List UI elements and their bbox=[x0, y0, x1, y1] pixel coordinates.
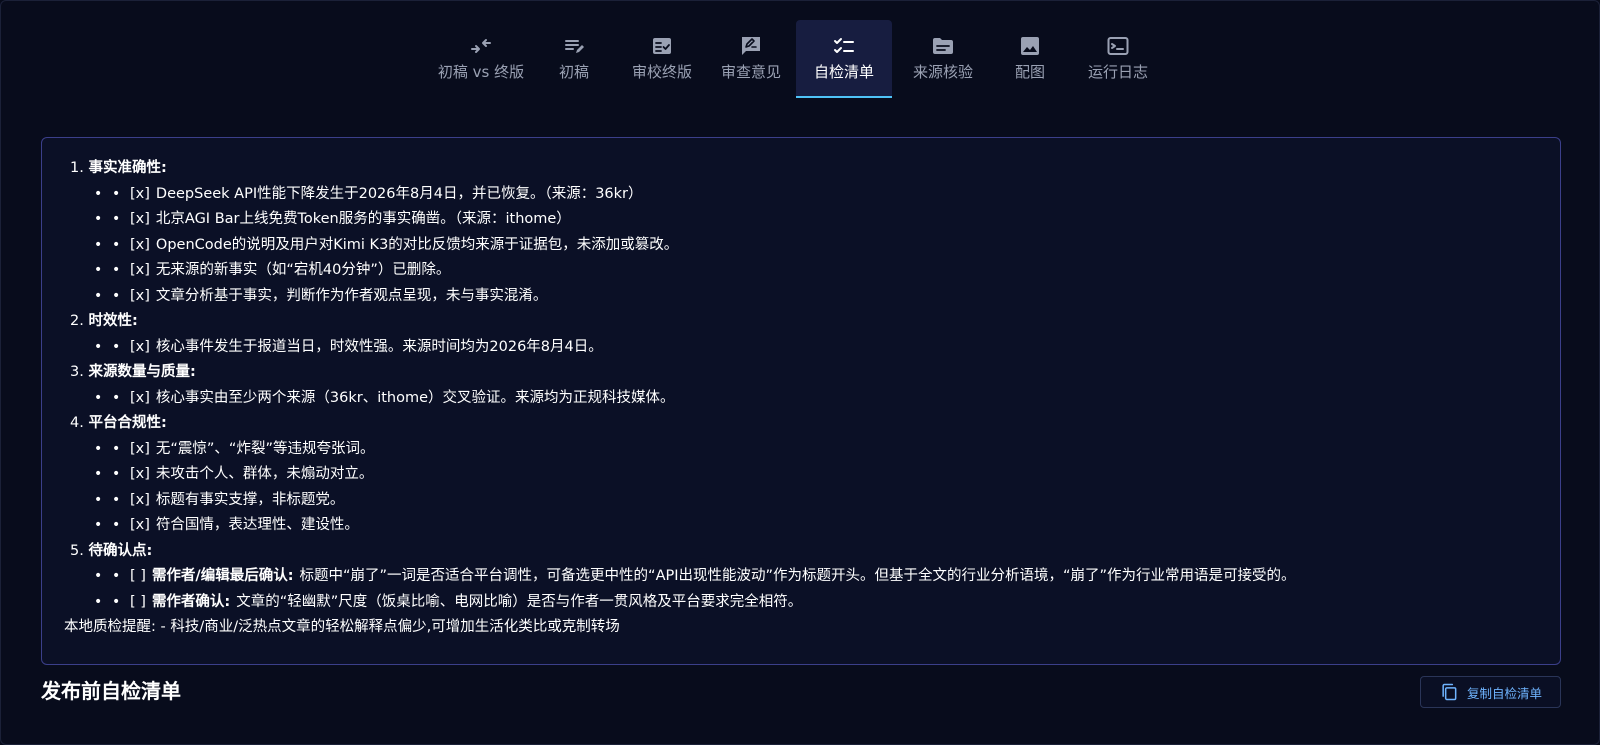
section-number: 1. bbox=[70, 160, 84, 176]
checklist-section-timeliness: 2. 时效性: • • [x] 核心事件发生于报道当日，时效性强。来源时间均为2026… bbox=[64, 309, 1560, 360]
tab-bar: 初稿 vs 终版 初稿 审校终版 审查意见 自检清单 来源核验 配图 运行日志 bbox=[1, 20, 1600, 98]
copy-checklist-button[interactable]: 复制自检清单 bbox=[1420, 676, 1561, 708]
tab-label: 审校终版 bbox=[631, 63, 692, 81]
tab-run-log[interactable]: 运行日志 bbox=[1066, 20, 1170, 98]
list-item: • • [x] 无“震惊”、“炸裂”等违规夸张词。 bbox=[64, 437, 1560, 463]
section-title: 1. 事实准确性: bbox=[64, 156, 1560, 182]
section-heading: 来源数量与质量: bbox=[88, 364, 196, 380]
tab-label: 运行日志 bbox=[1087, 63, 1148, 81]
copy-icon bbox=[1442, 683, 1457, 701]
list-item: • • [x] OpenCode的说明及用户对Kimi K3的对比反馈均来源于证据包，… bbox=[64, 233, 1560, 259]
list-item: • • [x] 符合国情，表达理性、建设性。 bbox=[64, 513, 1560, 539]
checkbox-mark: [ ] bbox=[130, 568, 146, 584]
list-item: • • [x] 无来源的新事实（如“宕机40分钟”）已删除。 bbox=[64, 258, 1560, 284]
checklist-section-sources: 3. 来源数量与质量: • • [x] 核心事实由至少两个来源（36kr、ithome… bbox=[64, 360, 1560, 411]
checklist-items: • •[ ] 需作者/编辑最后确认: 标题中“崩了”一词是否适合平台调性，可备选更中性… bbox=[64, 564, 1560, 615]
list-item: • • [x] 标题有事实支撑，非标题党。 bbox=[64, 488, 1560, 514]
list-item: • • [x] 未攻击个人、群体，未煽动对立。 bbox=[64, 462, 1560, 488]
section-heading: 待确认点: bbox=[88, 542, 153, 559]
tab-draft-vs-final[interactable]: 初稿 vs 终版 bbox=[432, 20, 530, 98]
list-item: • •[ ] 需作者确认: 文章的“轻幽默”尺度（饭桌比喻、电网比喻）是否与作者一贯风… bbox=[64, 590, 1560, 616]
list-item: • •[ ] 需作者/编辑最后确认: 标题中“崩了”一词是否适合平台调性，可备选更中性… bbox=[64, 564, 1560, 590]
checkbox-mark: [x] bbox=[130, 185, 150, 202]
checklist-items: • • [x] 核心事件发生于报道当日，时效性强。来源时间均为2026年8月4日。 bbox=[64, 335, 1560, 361]
list-item: • • [x] 核心事实由至少两个来源（36kr、ithome）交叉验证。来源均为正规… bbox=[64, 386, 1560, 412]
item-text: 标题中“崩了”一词是否适合平台调性，可备选更中性的“API出现性能波动”作为标题… bbox=[299, 568, 1296, 584]
checklist-section-accuracy: 1. 事实准确性: • • [x] DeepSeek API性能下降发生于2026年8… bbox=[64, 156, 1560, 309]
item-text: 北京AGI Bar上线免费Token服务的事实确凿。（来源：ithome） bbox=[155, 211, 571, 227]
image-icon bbox=[1021, 37, 1039, 55]
section-heading: 时效性: bbox=[88, 313, 138, 329]
checkbox-mark: [x] bbox=[130, 262, 150, 278]
source-doc-icon bbox=[933, 38, 953, 54]
tab-review-comments[interactable]: 审查意见 bbox=[706, 20, 796, 98]
section-number: 5. bbox=[70, 542, 84, 559]
tab-label: 来源核验 bbox=[912, 63, 973, 81]
tab-label: 自检清单 bbox=[813, 63, 874, 81]
page-title: 发布前自检清单 bbox=[41, 679, 181, 703]
item-text: 标题有事实支撑，非标题党。 bbox=[155, 491, 345, 508]
section-number: 3. bbox=[70, 364, 84, 380]
checkbox-mark: [x] bbox=[130, 389, 150, 406]
item-text: 核心事实由至少两个来源（36kr、ithome）交叉验证。来源均为正规科技媒体。 bbox=[155, 389, 675, 406]
section-heading: 事实准确性: bbox=[88, 160, 167, 176]
section-title: 5. 待确认点: bbox=[64, 539, 1560, 565]
section-heading: 平台合规性: bbox=[88, 415, 167, 431]
item-text: 文章的“轻幽默”尺度（饭桌比喻、电网比喻）是否与作者一贯风格及平台要求完全相符。 bbox=[236, 593, 803, 610]
section-number: 4. bbox=[70, 415, 84, 431]
rate-review-icon bbox=[742, 37, 760, 55]
checkbox-mark: [x] bbox=[130, 211, 150, 227]
list-item: • • [x] 文章分析基于事实，判断作为作者观点呈现，未与事实混淆。 bbox=[64, 284, 1560, 310]
section-title: 2. 时效性: bbox=[64, 309, 1560, 335]
compare-arrows-icon bbox=[471, 39, 491, 53]
tab-self-checklist[interactable]: 自检清单 bbox=[796, 20, 892, 98]
tab-reviewed-final[interactable]: 审校终版 bbox=[618, 20, 706, 98]
tab-label: 审查意见 bbox=[720, 63, 781, 81]
checkbox-mark: [x] bbox=[130, 491, 150, 508]
list-item: • • [x] 北京AGI Bar上线免费Token服务的事实确凿。（来源：ithom… bbox=[64, 207, 1560, 233]
tab-draft[interactable]: 初稿 bbox=[530, 20, 618, 98]
checklist-section-compliance: 4. 平台合规性: • • [x] 无“震惊”、“炸裂”等违规夸张词。 • • [x] 未攻… bbox=[64, 411, 1560, 539]
item-text: 未攻击个人、群体，未煽动对立。 bbox=[155, 466, 374, 482]
item-strong-label: 需作者确认: bbox=[151, 593, 231, 610]
edit-lines-icon bbox=[565, 40, 584, 53]
item-text: 无来源的新事实（如“宕机40分钟”）已删除。 bbox=[155, 262, 451, 278]
copy-button-label: 复制自检清单 bbox=[1466, 685, 1542, 701]
item-text: DeepSeek API性能下降发生于2026年8月4日，并已恢复。（来源：36… bbox=[155, 185, 643, 202]
tab-label: 初稿 bbox=[558, 63, 589, 81]
checkbox-mark: [ ] bbox=[130, 593, 146, 610]
checklist-items: • • [x] 无“震惊”、“炸裂”等违规夸张词。 • • [x] 未攻击个人、群体，未煽动… bbox=[64, 437, 1560, 539]
tab-label: 初稿 vs 终版 bbox=[437, 63, 525, 81]
terminal-icon bbox=[1107, 37, 1129, 55]
item-text: 符合国情，表达理性、建设性。 bbox=[155, 517, 359, 533]
checkbox-mark: [x] bbox=[130, 236, 150, 253]
checklist-items: • • [x] 核心事实由至少两个来源（36kr、ithome）交叉验证。来源均为正规… bbox=[64, 386, 1560, 412]
item-text: 无“震惊”、“炸裂”等违规夸张词。 bbox=[155, 440, 375, 457]
app-window: 初稿 vs 终版 初稿 审校终版 审查意见 自检清单 来源核验 配图 运行日志 … bbox=[0, 0, 1600, 745]
item-text: OpenCode的说明及用户对Kimi K3的对比反馈均来源于证据包，未添加或篡… bbox=[155, 236, 679, 253]
fact-check-icon bbox=[653, 38, 671, 54]
checkbox-mark: [x] bbox=[130, 338, 150, 355]
checklist-items: • • [x] DeepSeek API性能下降发生于2026年8月4日，并已恢复。（… bbox=[64, 182, 1560, 310]
item-text: 文章分析基于事实，判断作为作者观点呈现，未与事实混淆。 bbox=[155, 287, 548, 304]
tab-images[interactable]: 配图 bbox=[994, 20, 1066, 98]
section-title: 3. 来源数量与质量: bbox=[64, 360, 1560, 386]
list-item: • • [x] 核心事件发生于报道当日，时效性强。来源时间均为2026年8月4日。 bbox=[64, 335, 1560, 361]
quality-reminder-note: 本地质检提醒: - 科技/商业/泛热点文章的轻松解释点偏少,可增加生活化类比或克… bbox=[64, 619, 620, 635]
item-strong-label: 需作者/编辑最后确认: bbox=[151, 568, 294, 584]
checkbox-mark: [x] bbox=[130, 517, 150, 533]
item-text: 核心事件发生于报道当日，时效性强。来源时间均为2026年8月4日。 bbox=[155, 338, 603, 355]
checklist-section-pending: 5. 待确认点: • •[ ] 需作者/编辑最后确认: 标题中“崩了”一词是否适合平台… bbox=[64, 539, 1560, 616]
tab-label: 配图 bbox=[1014, 63, 1045, 81]
checkbox-mark: [x] bbox=[130, 440, 150, 457]
section-number: 2. bbox=[70, 313, 84, 329]
section-title: 4. 平台合规性: bbox=[64, 411, 1560, 437]
list-item: • • [x] DeepSeek API性能下降发生于2026年8月4日，并已恢复。（… bbox=[64, 182, 1560, 208]
checkbox-mark: [x] bbox=[130, 287, 150, 304]
checkbox-mark: [x] bbox=[130, 466, 150, 482]
tab-source-verification[interactable]: 来源核验 bbox=[892, 20, 994, 98]
checklist-panel[interactable]: 1. 事实准确性: • • [x] DeepSeek API性能下降发生于2026年8… bbox=[41, 137, 1561, 665]
checklist-icon bbox=[834, 38, 854, 53]
